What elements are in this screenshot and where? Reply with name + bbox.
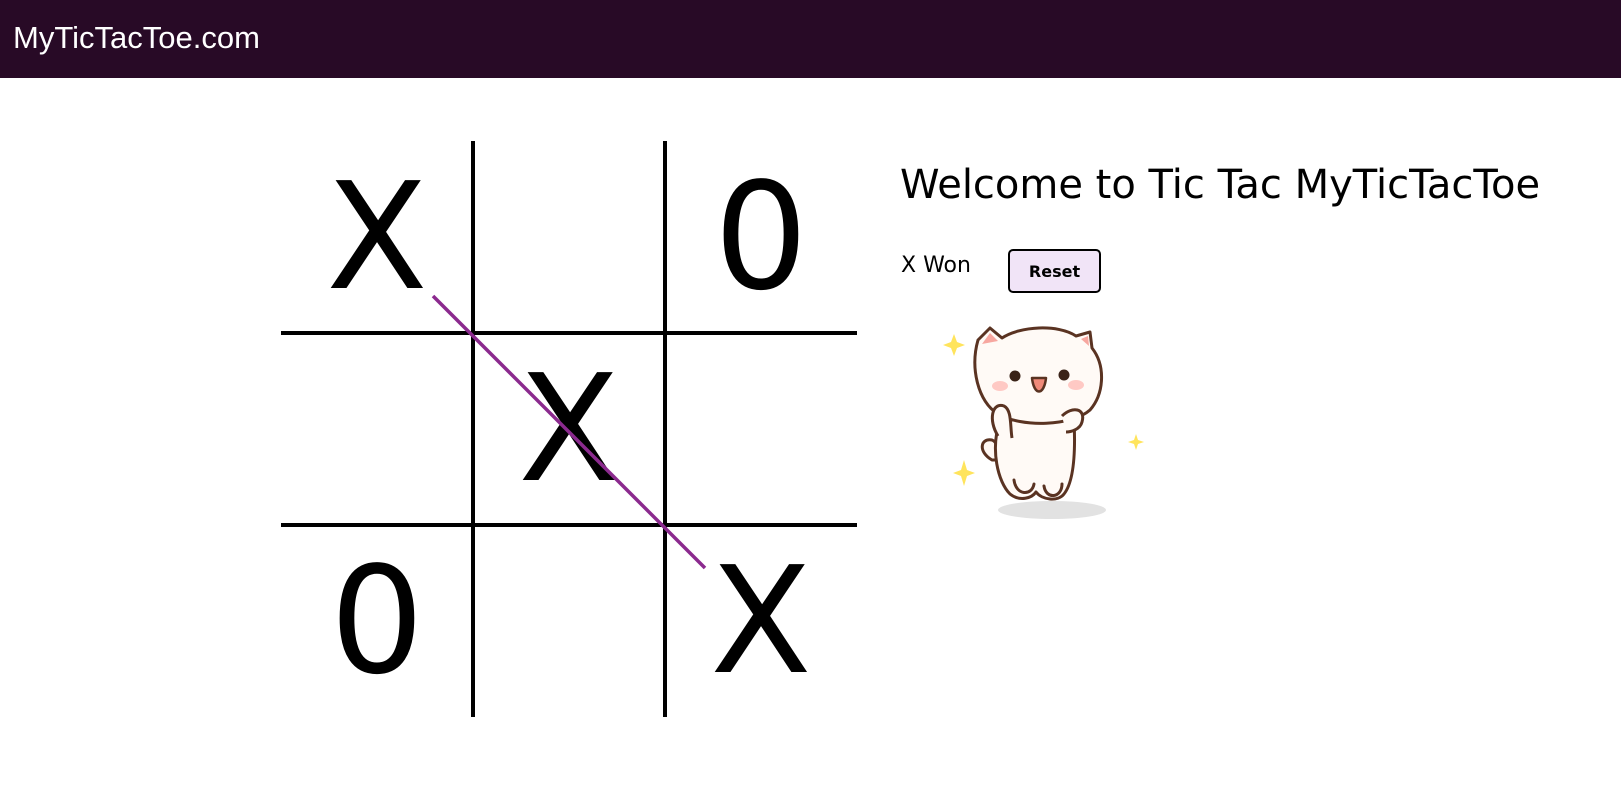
grid-line-vertical-2 bbox=[663, 141, 667, 717]
board-cell-5[interactable]: X bbox=[473, 333, 665, 525]
reset-button[interactable]: Reset bbox=[1008, 249, 1101, 293]
board-cell-1[interactable]: X bbox=[281, 141, 473, 333]
brand-logo-text[interactable]: MyTicTacToe.com bbox=[13, 18, 260, 58]
board-cell-8[interactable] bbox=[473, 525, 665, 717]
board-cell-6[interactable] bbox=[665, 333, 857, 525]
board-cell-9[interactable]: X bbox=[665, 525, 857, 717]
board-cell-2[interactable] bbox=[473, 141, 665, 333]
game-board: X 0 X 0 X bbox=[281, 141, 857, 717]
grid-line-vertical-1 bbox=[471, 141, 475, 717]
cat-celebration-image bbox=[943, 326, 1144, 519]
navbar: MyTicTacToe.com bbox=[0, 0, 1621, 78]
grid-line-horizontal-1 bbox=[281, 331, 857, 335]
game-status: X Won bbox=[901, 253, 971, 278]
welcome-heading: Welcome to Tic Tac MyTicTacToe bbox=[900, 162, 1541, 208]
board-cell-3[interactable]: 0 bbox=[665, 141, 857, 333]
board-cell-4[interactable] bbox=[281, 333, 473, 525]
grid-line-horizontal-2 bbox=[281, 523, 857, 527]
board-cell-7[interactable]: 0 bbox=[281, 525, 473, 717]
